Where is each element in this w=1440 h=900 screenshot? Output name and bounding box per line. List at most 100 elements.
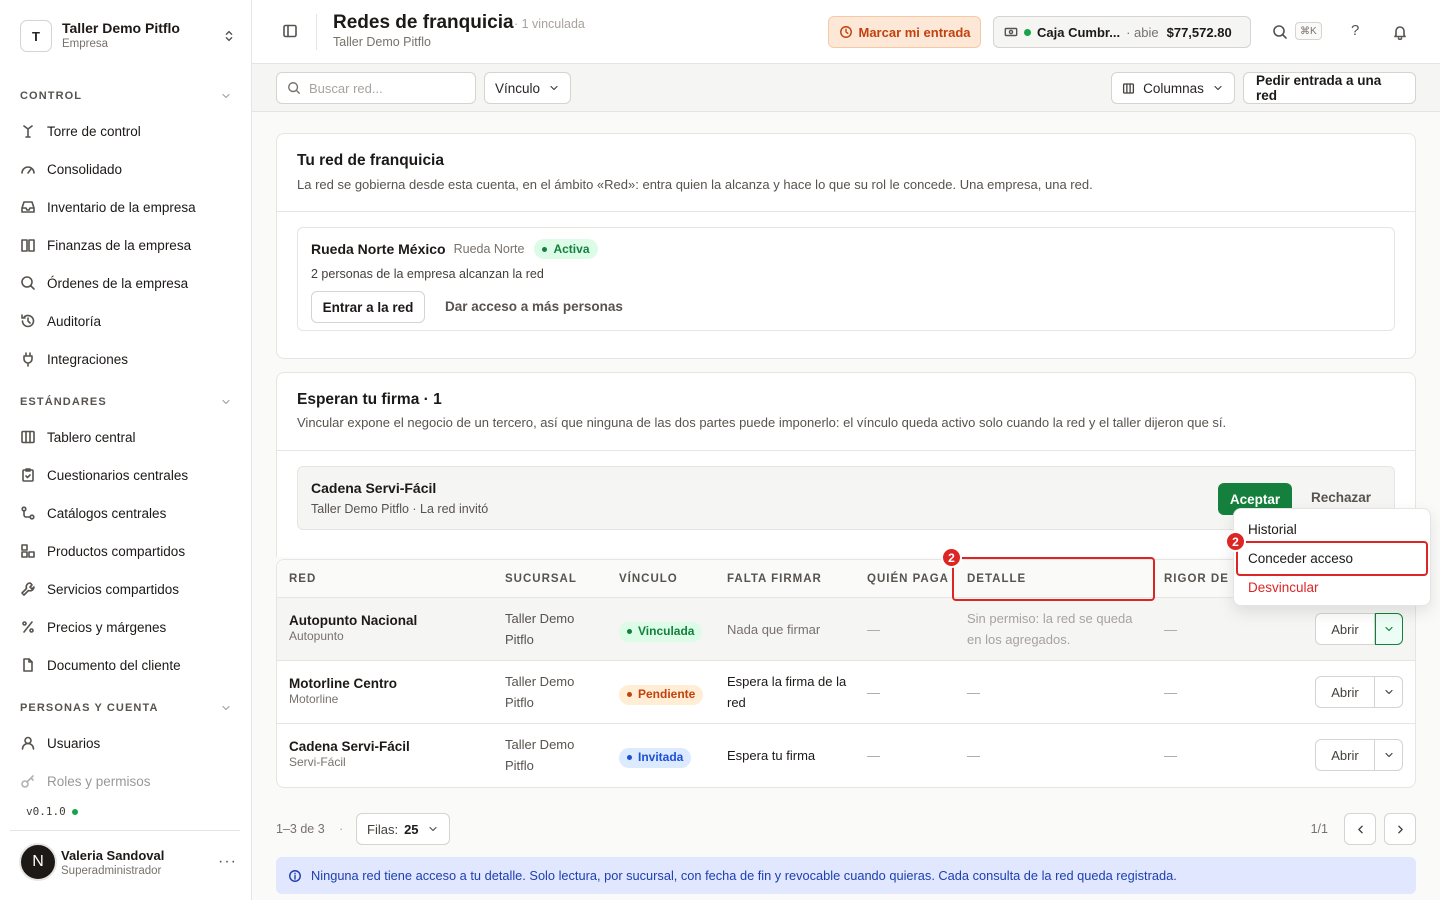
column-header[interactable]: RED	[289, 560, 316, 598]
open-button[interactable]: Abrir	[1315, 676, 1375, 708]
privacy-notice: Ninguna red tiene acceso a tu detalle. S…	[276, 857, 1416, 894]
open-button[interactable]: Abrir	[1315, 613, 1375, 645]
sidebar-item-catalogos[interactable]: Catálogos centrales	[20, 497, 232, 529]
chevron-left-icon	[1354, 823, 1367, 836]
row-detail: —	[967, 685, 980, 700]
sidebar-item-finanzas[interactable]: Finanzas de la empresa	[20, 229, 232, 261]
card-title: Tu red de franquicia	[297, 152, 444, 169]
row-rigor: —	[1164, 622, 1177, 637]
search-box[interactable]	[276, 72, 476, 104]
column-header[interactable]: RIGOR DE L	[1164, 560, 1241, 598]
inbox-icon	[20, 199, 36, 215]
page-indicator: 1/1	[1310, 822, 1328, 836]
menu-item-historial[interactable]: Historial	[1248, 522, 1297, 537]
row-rigor: —	[1164, 685, 1177, 700]
open-button[interactable]: Abrir	[1315, 739, 1375, 771]
status-badge: Activa	[534, 239, 598, 259]
cash-name: Caja Cumbr...	[1037, 24, 1121, 40]
bell-icon[interactable]	[1392, 24, 1408, 40]
user-menu[interactable]: N Valeria Sandoval Superadministrador ··…	[19, 842, 237, 882]
request-entry-button[interactable]: Pedir entrada a una red	[1243, 72, 1416, 104]
sidebar-item-inventario[interactable]: Inventario de la empresa	[20, 191, 232, 223]
table-row[interactable]: Motorline Centro Motorline Taller Demo P…	[277, 661, 1415, 724]
mark-entry-button[interactable]: Marcar mi entrada	[828, 16, 981, 48]
columns-button[interactable]: Columnas	[1111, 72, 1235, 104]
row-menu-toggle[interactable]	[1375, 739, 1403, 771]
row-branch: Taller Demo Pitflo	[505, 674, 575, 710]
row-menu-toggle[interactable]	[1375, 676, 1403, 708]
cash-register-selector[interactable]: Caja Cumbr... · abie $77,572.80	[993, 16, 1251, 48]
divider	[277, 450, 1415, 451]
chevron-down-icon	[220, 90, 232, 102]
sidebar-item-documento[interactable]: Documento del cliente	[20, 649, 232, 681]
sidebar-item-productos[interactable]: Productos compartidos	[20, 535, 232, 567]
cash-status: · abie	[1126, 24, 1159, 40]
sidebar-toggle-icon[interactable]	[282, 23, 298, 39]
chevron-down-icon	[220, 396, 232, 408]
workspace-logo: T	[20, 20, 52, 52]
sidebar-item-consolidado[interactable]: Consolidado	[20, 153, 232, 185]
sidebar-item-tablero-central[interactable]: Tablero central	[20, 421, 232, 453]
menu-item-desvincular[interactable]: Desvincular	[1248, 580, 1319, 595]
sidebar-item-roles[interactable]: Roles y permisos	[20, 765, 232, 797]
sidebar-item-cuestionarios[interactable]: Cuestionarios centrales	[20, 459, 232, 491]
chevron-down-icon	[1383, 686, 1395, 698]
table-row[interactable]: Autopunto Nacional Autopunto Taller Demo…	[277, 598, 1415, 661]
sidebar-item-auditoria[interactable]: Auditoría	[20, 305, 232, 337]
search-input[interactable]	[309, 80, 459, 96]
status-badge: Vinculada	[619, 621, 703, 642]
section-header-estandares[interactable]: ESTÁNDARES	[20, 396, 232, 408]
chevron-right-icon	[1394, 823, 1407, 836]
plug-icon	[20, 351, 36, 367]
annotation-badge: 2	[941, 547, 962, 568]
row-detail: —	[967, 748, 980, 763]
table-row[interactable]: Cadena Servi-Fácil Servi-Fácil Taller De…	[277, 724, 1415, 787]
row-name: Autopunto Nacional	[289, 613, 418, 628]
column-header[interactable]: QUIÉN PAGA	[867, 560, 949, 598]
enter-network-button[interactable]: Entrar a la red	[311, 291, 425, 323]
network-name: Rueda Norte México	[311, 241, 446, 257]
pending-name: Cadena Servi-Fácil	[311, 480, 437, 496]
chevron-down-icon	[548, 82, 560, 94]
highlight-grant-access	[1236, 541, 1428, 576]
sidebar-item-integraciones[interactable]: Integraciones	[20, 343, 232, 375]
column-header[interactable]: FALTA FIRMAR	[727, 560, 822, 598]
row-missing: Nada que firmar	[727, 622, 821, 637]
hierarchy-icon	[20, 505, 36, 521]
next-page-button[interactable]	[1384, 813, 1416, 845]
status-badge: Pendiente	[619, 684, 704, 705]
rows-per-page-select[interactable]: Filas: 25	[356, 813, 450, 845]
section-header-control[interactable]: CONTROL	[20, 90, 232, 102]
search-icon[interactable]	[1272, 24, 1288, 40]
sidebar-item-servicios[interactable]: Servicios compartidos	[20, 573, 232, 605]
row-payer: —	[867, 622, 880, 637]
section-header-personas[interactable]: PERSONAS Y CUENTA	[20, 702, 232, 714]
reject-button[interactable]: Rechazar	[1311, 490, 1371, 505]
sidebar-item-ordenes[interactable]: Órdenes de la empresa	[20, 267, 232, 299]
row-menu-toggle[interactable]	[1375, 613, 1403, 645]
link-filter-dropdown[interactable]: Vínculo	[484, 72, 571, 104]
sidebar-item-precios[interactable]: Precios y márgenes	[20, 611, 232, 643]
wrench-icon	[20, 581, 36, 597]
row-missing: Espera tu firma	[727, 748, 816, 763]
prev-page-button[interactable]	[1344, 813, 1376, 845]
boxes-icon	[20, 543, 36, 559]
network-item: Rueda Norte México Rueda Norte Activa 2 …	[297, 227, 1395, 331]
help-icon[interactable]: ?	[1351, 22, 1359, 39]
pagination-range: 1–3 de 3	[276, 822, 325, 836]
chevron-down-icon	[419, 823, 439, 835]
row-short: Motorline	[289, 692, 339, 706]
history-icon	[20, 313, 36, 329]
workspace-switcher[interactable]: T Taller Demo Pitflo Empresa	[20, 18, 236, 54]
column-header[interactable]: SUCURSAL	[505, 560, 577, 598]
chevron-up-down-icon	[222, 29, 236, 43]
book-icon	[20, 237, 36, 253]
page-subtitle: Taller Demo Pitflo	[333, 35, 431, 49]
more-icon[interactable]: ···	[218, 853, 237, 871]
card-title: Esperan tu firma · 1	[297, 391, 442, 408]
sidebar-item-usuarios[interactable]: Usuarios	[20, 727, 232, 759]
grant-access-link[interactable]: Dar acceso a más personas	[445, 299, 623, 314]
column-header[interactable]: VÍNCULO	[619, 560, 678, 598]
sidebar-item-torre-de-control[interactable]: Torre de control	[20, 115, 232, 147]
user-role: Superadministrador	[61, 864, 162, 877]
